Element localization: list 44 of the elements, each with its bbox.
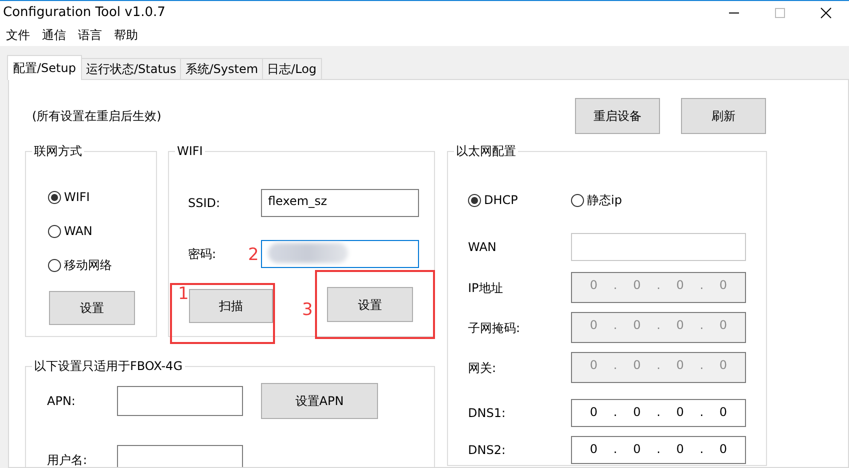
input-field[interactable]: flexem_sz [261,189,419,217]
field-label: 用户名: [47,452,88,467]
tab[interactable]: 日志/Log [262,58,322,79]
field-label: 密码: [188,246,216,263]
group-title: 联网方式 [33,144,83,158]
input-field[interactable] [261,240,419,268]
field-label: SSID: [188,195,220,212]
field-label: WAN [468,239,498,256]
window-title: Configuration Tool v1.0.7 [2,4,166,22]
button[interactable]: 扫描 [189,289,273,323]
input-field[interactable] [117,445,243,467]
close-icon[interactable] [820,6,832,18]
field-label: APN: [47,393,76,410]
radio-button[interactable]: WAN [48,222,156,240]
tab[interactable]: 配置/Setup [7,55,82,80]
radio-button[interactable]: 移动网络 [48,256,156,274]
field-label: 子网掩码: [468,320,522,336]
ip-address-field[interactable]: 0 . 0 . 0 . 0 [571,436,746,464]
menu-item[interactable]: 帮助 [108,26,144,44]
field-label: IP地址 [468,280,504,296]
field-label: DNS1: [468,405,507,422]
group-title: WIFI [176,144,204,158]
annotation-number: 3 [302,301,313,319]
annotation-number: 1 [178,285,189,303]
group-title: 以太网配置 [455,144,517,158]
input-field[interactable] [571,233,746,261]
menu-item[interactable]: 通信 [36,26,72,44]
field-label: DNS2: [468,442,507,459]
button[interactable]: 设置 [327,287,413,322]
button[interactable]: 设置 [49,291,135,325]
radio-button[interactable]: 静态ip [571,191,674,209]
field-label: 网关: [468,360,498,376]
ip-address-field[interactable]: 0 . 0 . 0 . 0 [571,399,746,427]
radio-button[interactable]: DHCP [468,191,571,209]
group-title: 以下设置只适用于FBOX-4G [33,359,184,373]
menu-item[interactable]: 文件 [0,26,36,44]
radio-button[interactable]: WIFI [48,188,156,206]
button[interactable]: 重启设备 [575,98,660,134]
button[interactable]: 刷新 [681,98,766,134]
menu-item[interactable]: 语言 [72,26,108,44]
input-field[interactable] [117,386,243,416]
note-text: (所有设置在重启后生效) [32,108,162,125]
annotation-number: 2 [248,246,259,264]
button[interactable]: 设置APN [261,383,378,419]
